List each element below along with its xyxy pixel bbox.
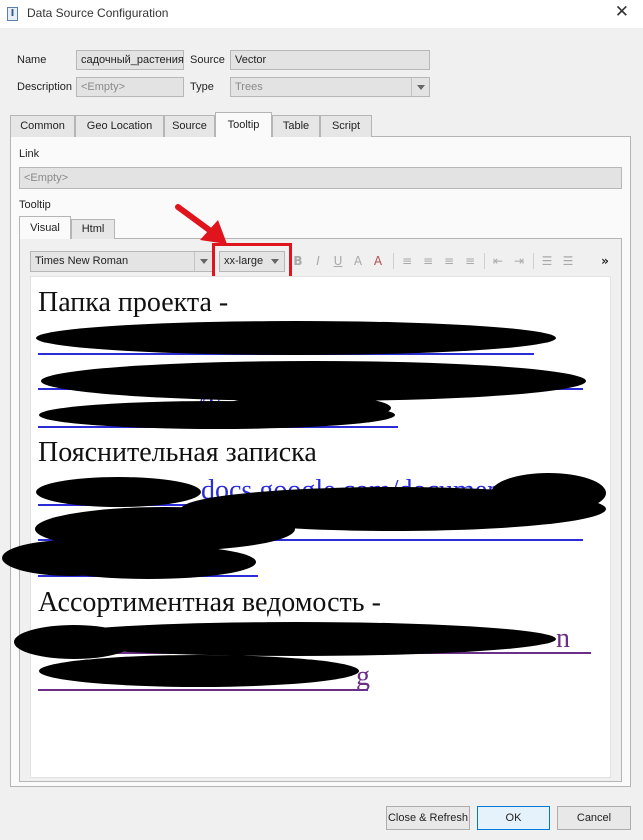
font-family-value: Times New Roman [35,255,129,267]
window-title: Data Source Configuration [27,6,169,20]
name-label: Name [17,54,47,66]
chevron-down-icon [411,78,429,96]
redaction-mark [221,395,391,421]
redaction-mark [2,540,142,576]
redaction-mark [14,625,134,659]
toolbar-separator [484,253,485,269]
tab-html[interactable]: Html [71,219,115,239]
editor-heading-project-folder: Папка проекта - [38,287,229,318]
tab-script[interactable]: Script [320,115,372,137]
source-field: Vector [230,50,430,70]
italic-button[interactable]: I [310,253,326,269]
type-select-value: Trees [235,81,263,93]
bullet-list-icon[interactable]: ☰ [560,253,576,269]
tooltip-label: Tooltip [19,199,51,211]
tab-source[interactable]: Source [164,115,215,137]
align-center-icon[interactable]: ≡ [420,253,436,269]
title-bar: I Data Source Configuration ✕ [0,0,643,28]
editor-heading-explanatory-note: Пояснительная записка [38,437,317,468]
toolbar-separator [533,253,534,269]
editor-link-3-underline [38,689,368,691]
redaction-mark [491,473,606,513]
clear-format-button[interactable]: A [370,253,386,269]
tab-common[interactable]: Common [10,115,75,137]
align-right-icon[interactable]: ≡ [441,253,457,269]
bold-button[interactable]: B [290,253,306,269]
link-label: Link [19,148,40,160]
close-refresh-button[interactable]: Close & Refresh [386,806,470,830]
tab-table[interactable]: Table [272,115,320,137]
align-justify-icon[interactable]: ≡ [462,253,478,269]
underline-button[interactable]: U [330,253,346,269]
app-icon: I [7,7,18,21]
name-input[interactable]: садочный_растения [76,50,184,70]
align-left-icon[interactable]: ≡ [399,253,415,269]
description-input[interactable]: <Empty> [76,77,184,97]
tab-tooltip[interactable]: Tooltip [215,112,272,137]
outdent-icon[interactable]: ⇤ [490,253,506,269]
tab-visual[interactable]: Visual [19,216,71,239]
font-family-select[interactable]: Times New Roman [30,251,213,272]
numbered-list-icon[interactable]: ☰ [539,253,555,269]
editor-link-3-fragment[interactable]: n [556,623,570,655]
tooltip-editor[interactable]: Папка проекта - /T Пояснительная записка… [30,276,611,778]
toolbar-separator [393,253,394,269]
cancel-button[interactable]: Cancel [557,806,631,830]
type-select[interactable]: Trees [230,77,430,97]
link-input[interactable]: <Empty> [19,167,622,189]
type-label: Type [190,81,214,93]
description-label: Description [17,81,73,93]
more-tools-button[interactable]: » [597,253,613,269]
redaction-mark [36,477,201,507]
close-window-button[interactable]: ✕ [615,2,629,22]
annotation-arrow-icon [175,204,227,244]
indent-icon[interactable]: ⇥ [511,253,527,269]
ok-button[interactable]: OK [477,806,550,830]
source-label: Source [190,54,225,66]
chevron-down-icon [194,252,212,271]
redaction-mark [39,655,359,687]
redaction-mark [36,321,556,355]
editor-heading-assortment-list: Ассортиментная ведомость - [38,587,381,618]
tab-geo-location[interactable]: Geo Location [75,115,164,137]
font-color-button[interactable]: A [350,253,366,269]
